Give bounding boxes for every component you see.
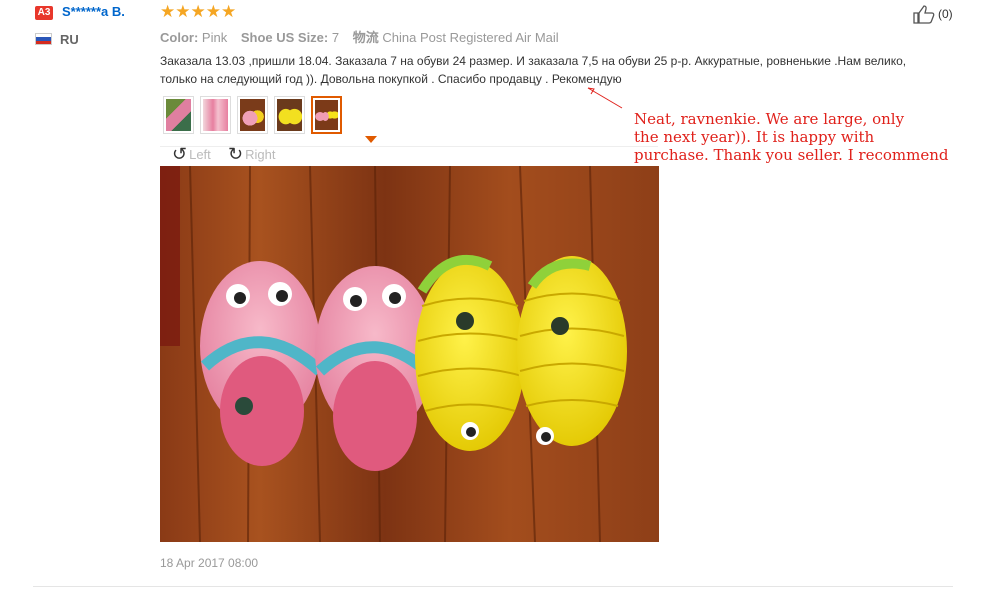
helpful-count: (0): [938, 7, 953, 21]
yellow-clog-right: [517, 256, 627, 446]
annotation-arrow: [587, 87, 623, 109]
attr-shipping-key: 物流: [352, 30, 379, 45]
rotate-right-button[interactable]: ↻ Right: [228, 144, 276, 164]
reviewer-name: S******a B.: [62, 4, 125, 19]
attr-shipping-value: China Post Registered Air Mail: [382, 30, 559, 45]
review-thumbnail[interactable]: [274, 96, 305, 134]
yellow-clog-left: [415, 254, 525, 451]
rotate-left-button[interactable]: ↺ Left: [172, 144, 211, 164]
thumbs-up-icon: [913, 5, 935, 24]
selected-thumbnail-pointer: [365, 136, 377, 143]
attr-color-value: Pink: [201, 30, 228, 45]
attr-size-key: Shoe US Size:: [240, 30, 329, 45]
reviewer-country: RU: [60, 32, 79, 47]
review-photo[interactable]: [160, 166, 659, 542]
country-flag-icon: [35, 33, 52, 45]
attr-color-key: Color:: [160, 30, 199, 45]
rotate-left-icon: ↺: [172, 144, 188, 164]
review-thumbnail[interactable]: [163, 96, 194, 134]
rotate-right-label: Right: [245, 146, 276, 162]
rotate-left-label: Left: [189, 146, 211, 162]
review-thumbnail-selected[interactable]: [311, 96, 342, 134]
review-text: Заказала 13.03 ,пришли 18.04. Заказала 7…: [160, 54, 907, 86]
buyer-level-badge: A3: [35, 6, 53, 20]
rotate-right-icon: ↻: [228, 144, 244, 164]
order-attributes: Color: Pink Shoe US Size: 7 物流 China Pos…: [160, 27, 569, 46]
review-divider: [33, 586, 953, 587]
rating-stars: ★★★★★: [160, 2, 237, 21]
review-thumbnail[interactable]: [200, 96, 231, 134]
attr-size-value: 7: [331, 30, 340, 45]
helpful-button[interactable]: (0): [912, 4, 953, 24]
review-thumbnail[interactable]: [237, 96, 268, 134]
review-date: 18 Apr 2017 08:00: [160, 556, 259, 570]
review-thumbnails: [163, 96, 342, 134]
translation-annotation: Neat, ravnenkie. We are large, only the …: [634, 110, 949, 164]
